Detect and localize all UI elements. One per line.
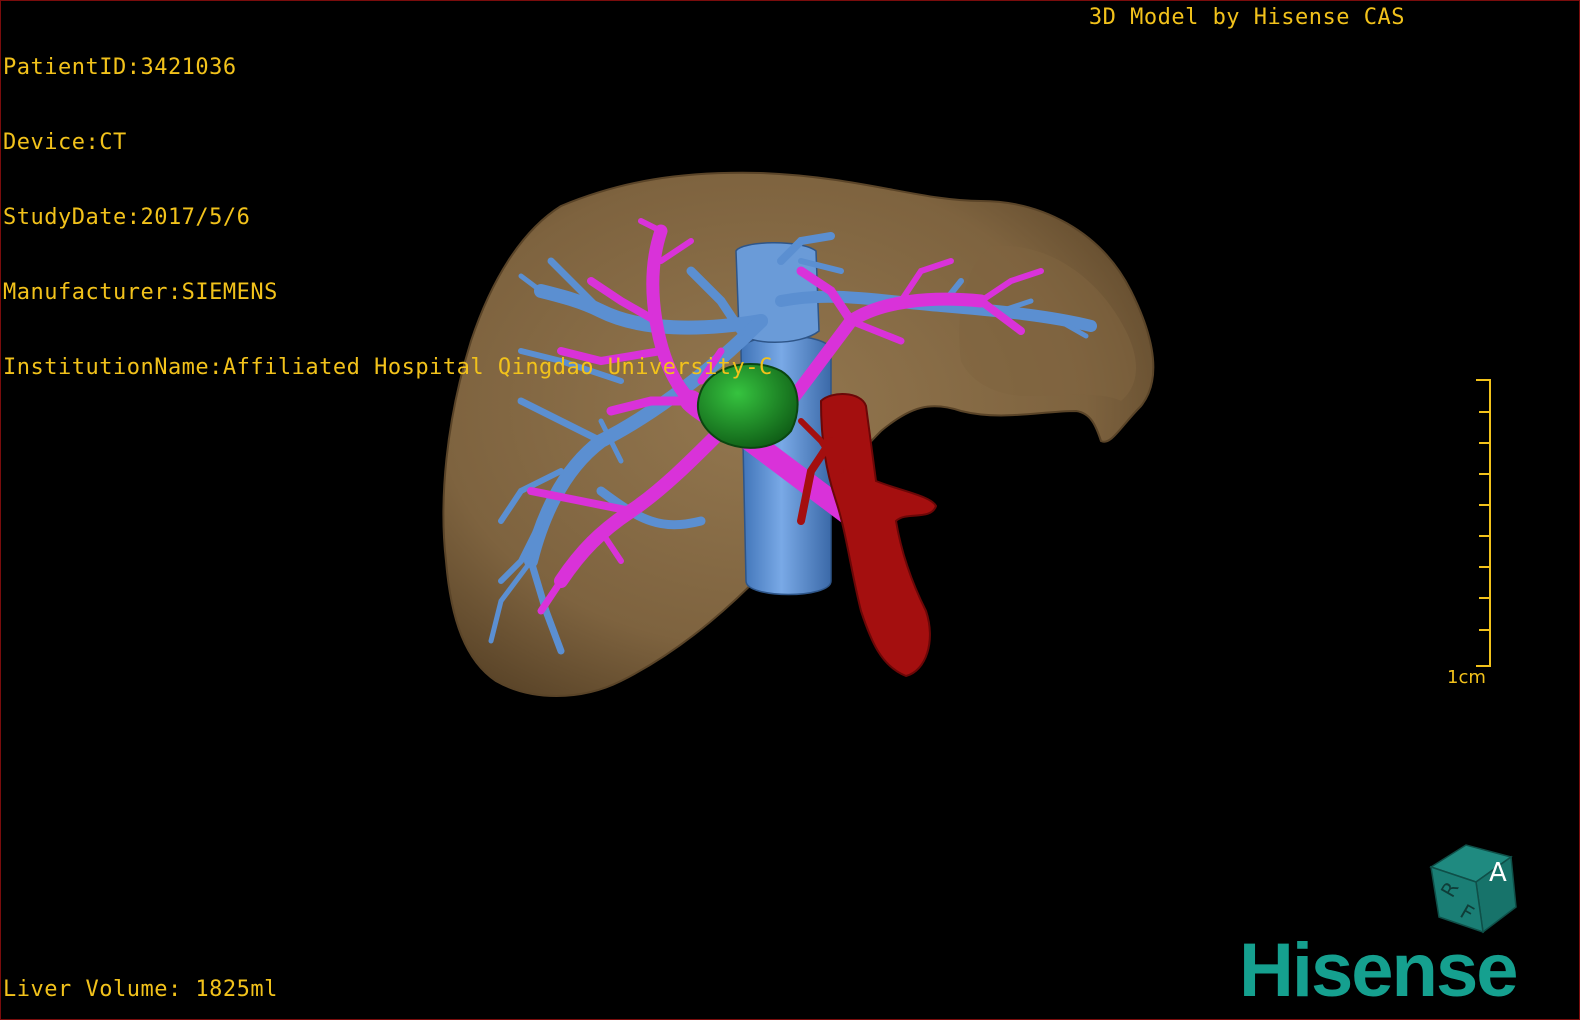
scale-label: 1cm — [1447, 667, 1486, 688]
institution-text: InstitutionName:Affiliated Hospital Qing… — [3, 355, 773, 380]
manufacturer-text: Manufacturer:SIEMENS — [3, 280, 278, 305]
dicom-info-block: PatientID:3421036 Device:CT StudyDate:20… — [3, 5, 773, 430]
patient-id-text: PatientID:3421036 — [3, 55, 237, 80]
hisense-logo: Hisense — [1239, 928, 1518, 1013]
study-date-text: StudyDate:2017/5/6 — [3, 205, 251, 230]
device-text: Device:CT — [3, 130, 127, 155]
liver-volume-text: Liver Volume: 1825ml — [3, 977, 278, 1002]
3d-viewport[interactable]: PatientID:3421036 Device:CT StudyDate:20… — [0, 0, 1580, 1020]
model-brand-text: 3D Model by Hisense CAS — [1088, 5, 1405, 30]
scale-bar — [1476, 379, 1491, 667]
orientation-cube[interactable]: A R F — [1421, 837, 1521, 937]
cube-face-top: A — [1489, 858, 1507, 888]
